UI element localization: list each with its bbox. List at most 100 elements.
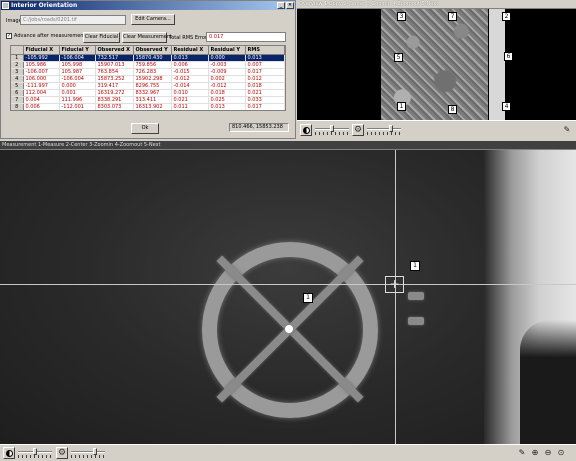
table-cell[interactable]: -0.015 bbox=[171, 68, 209, 76]
zoom-in-icon[interactable]: ⊕ bbox=[529, 447, 541, 459]
table-cell[interactable]: -105.992 bbox=[23, 54, 60, 62]
overview-fiducial-marker[interactable]: 7 bbox=[448, 12, 457, 21]
table-row[interactable]: 3 -106.007 105.987 763.854 726.283 -0.015 -0.0… bbox=[11, 68, 285, 76]
table-cell[interactable]: 313.411 bbox=[133, 96, 172, 104]
table-cell[interactable]: 0.021 bbox=[171, 96, 209, 104]
table-cell[interactable]: 16319.272 bbox=[95, 89, 134, 97]
image-path-field[interactable]: C:/jobs/roads/0201.tif bbox=[20, 15, 126, 25]
contrast-button[interactable] bbox=[300, 124, 312, 136]
advance-checkbox-row[interactable]: ✓ Advance after measurement bbox=[6, 33, 85, 39]
row-number[interactable]: 8 bbox=[11, 103, 24, 110]
row-number[interactable]: 6 bbox=[11, 89, 24, 97]
table-cell[interactable]: 8296.755 bbox=[133, 82, 172, 90]
table-cell[interactable]: 0.017 bbox=[245, 103, 285, 110]
close-button[interactable]: × bbox=[286, 2, 294, 9]
table-cell[interactable]: -0.014 bbox=[171, 82, 209, 90]
table-cell[interactable]: 8332.967 bbox=[133, 89, 172, 97]
table-cell[interactable]: -0.009 bbox=[208, 68, 246, 76]
table-cell[interactable]: 105.986 bbox=[23, 61, 60, 69]
settings-button[interactable]: ⚙ bbox=[56, 447, 68, 459]
column-header[interactable]: Residual X bbox=[171, 46, 209, 55]
table-cell[interactable]: 15902.298 bbox=[133, 75, 172, 83]
table-cell[interactable]: -0.012 bbox=[171, 75, 209, 83]
contrast-slider[interactable] bbox=[71, 448, 105, 459]
table-cell[interactable]: 726.283 bbox=[133, 68, 172, 76]
table-cell[interactable]: 0.012 bbox=[245, 75, 285, 83]
table-cell[interactable]: 0.002 bbox=[208, 75, 246, 83]
column-header[interactable]: Fiducial Y bbox=[59, 46, 96, 55]
table-cell[interactable]: 0.010 bbox=[171, 89, 209, 97]
settings-button[interactable]: ⚙ bbox=[352, 124, 364, 136]
table-cell[interactable]: 0.018 bbox=[245, 82, 285, 90]
table-cell[interactable]: 0.033 bbox=[245, 96, 285, 104]
table-cell[interactable]: -106.004 bbox=[59, 54, 96, 62]
table-cell[interactable]: 759.856 bbox=[133, 61, 172, 69]
table-cell[interactable]: 8338.291 bbox=[95, 96, 134, 104]
row-number[interactable]: 1 bbox=[11, 54, 24, 62]
table-cell[interactable]: -111.997 bbox=[23, 82, 60, 90]
table-cell[interactable]: -0.003 bbox=[208, 61, 246, 69]
table-cell[interactable]: 0.017 bbox=[245, 68, 285, 76]
column-header[interactable]: RMS bbox=[245, 46, 285, 55]
table-cell[interactable]: 105.987 bbox=[59, 68, 96, 76]
overview-fiducial-marker[interactable]: 6 bbox=[504, 52, 513, 61]
table-row[interactable]: 4 106.000 -106.004 15873.252 15902.298 -0.012… bbox=[11, 75, 285, 83]
table-cell[interactable]: 15870.430 bbox=[133, 54, 172, 62]
table-cell[interactable]: 0.006 bbox=[23, 103, 60, 110]
column-header[interactable]: Fiducial X bbox=[23, 46, 60, 55]
table-cell[interactable]: 0.025 bbox=[208, 96, 246, 104]
zoom-fit-icon[interactable]: ⊙ bbox=[555, 447, 567, 459]
column-header[interactable]: Observed X bbox=[95, 46, 134, 55]
row-number[interactable]: 5 bbox=[11, 82, 24, 90]
measured-fiducial-marker[interactable]: 1 bbox=[303, 293, 313, 303]
table-cell[interactable]: 0.011 bbox=[171, 103, 209, 110]
table-cell[interactable]: 0.021 bbox=[245, 89, 285, 97]
overview-fiducial-marker[interactable]: 4 bbox=[502, 102, 511, 111]
clear-fiducial-button[interactable]: Clear Fiducial bbox=[83, 32, 120, 43]
overview-fiducial-marker[interactable]: 2 bbox=[502, 12, 511, 21]
table-cell[interactable]: 0.013 bbox=[171, 54, 209, 62]
table-row[interactable]: 2 105.986 105.998 15907.013 759.856 0.006 -0.0… bbox=[11, 61, 285, 69]
table-cell[interactable]: 319.417 bbox=[95, 82, 134, 90]
zoom-out-icon[interactable]: ⊖ bbox=[542, 447, 554, 459]
table-cell[interactable]: 0.018 bbox=[208, 89, 246, 97]
fiducial-label-marker[interactable]: 1 bbox=[410, 261, 420, 271]
row-number[interactable]: 3 bbox=[11, 68, 24, 76]
row-number[interactable]: 2 bbox=[11, 61, 24, 69]
table-cell[interactable]: 16313.902 bbox=[133, 103, 172, 110]
column-header[interactable]: Residual Y bbox=[208, 46, 246, 55]
overview-fiducial-marker[interactable]: 1 bbox=[397, 102, 406, 111]
table-cell[interactable]: 111.996 bbox=[59, 96, 96, 104]
crosshair-cursor[interactable]: + bbox=[385, 276, 404, 293]
ok-button[interactable]: Ok bbox=[131, 123, 159, 134]
table-cell[interactable]: 0.000 bbox=[208, 54, 246, 62]
table-cell[interactable]: 0.007 bbox=[245, 61, 285, 69]
row-number[interactable]: 7 bbox=[11, 96, 24, 104]
table-row[interactable]: 6 112.004 0.001 16319.272 8332.967 0.010 0.018… bbox=[11, 89, 285, 97]
pencil-icon[interactable]: ✎ bbox=[561, 124, 573, 136]
table-row[interactable]: 7 0.004 111.996 8338.291 313.411 0.021 0.025 0.… bbox=[11, 96, 285, 104]
pencil-icon[interactable]: ✎ bbox=[516, 447, 528, 459]
table-cell[interactable]: -112.001 bbox=[59, 103, 96, 110]
table-cell[interactable]: -0.012 bbox=[208, 82, 246, 90]
column-header[interactable]: Observed Y bbox=[133, 46, 172, 55]
table-cell[interactable]: 0.013 bbox=[245, 54, 285, 62]
table-cell[interactable]: 15907.013 bbox=[95, 61, 134, 69]
measurement-view[interactable]: + 1 1 bbox=[0, 150, 576, 444]
brightness-slider[interactable] bbox=[18, 448, 52, 459]
table-row[interactable]: 8 0.006 -112.001 8303.073 16313.902 0.011 0.01… bbox=[11, 103, 285, 110]
table-cell[interactable]: 0.000 bbox=[59, 82, 96, 90]
advance-checkbox[interactable]: ✓ bbox=[6, 33, 12, 39]
table-cell[interactable]: -106.007 bbox=[23, 68, 60, 76]
table-row[interactable]: 5 -111.997 0.000 319.417 8296.755 -0.014 -0.01… bbox=[11, 82, 285, 90]
table-cell[interactable]: 112.004 bbox=[23, 89, 60, 97]
minimize-button[interactable]: _ bbox=[277, 2, 285, 9]
overview-fiducial-marker[interactable]: 5 bbox=[394, 53, 403, 62]
overview-fiducial-marker[interactable]: 8 bbox=[448, 105, 457, 114]
row-number[interactable]: 4 bbox=[11, 75, 24, 83]
table-cell[interactable]: 15873.252 bbox=[95, 75, 134, 83]
table-cell[interactable]: 8303.073 bbox=[95, 103, 134, 110]
table-row[interactable]: 1 -105.992 -106.004 732.517 15870.430 0.013 0.… bbox=[11, 54, 285, 62]
table-cell[interactable]: 0.013 bbox=[208, 103, 246, 110]
brightness-slider[interactable] bbox=[315, 125, 349, 136]
